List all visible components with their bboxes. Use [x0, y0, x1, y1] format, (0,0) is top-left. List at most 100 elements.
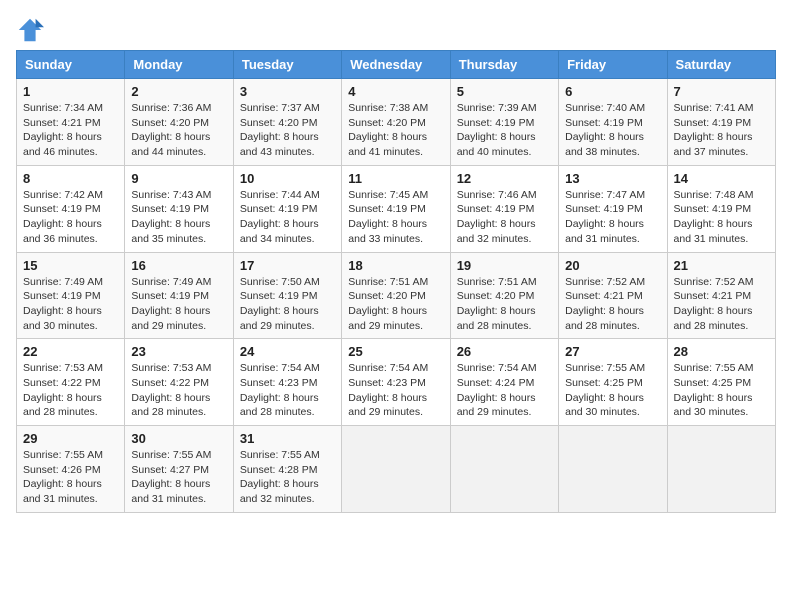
calendar-week-row: 8 Sunrise: 7:42 AM Sunset: 4:19 PM Dayli…	[17, 165, 776, 252]
day-number: 3	[240, 84, 335, 99]
calendar-day-cell: 22 Sunrise: 7:53 AM Sunset: 4:22 PM Dayl…	[17, 339, 125, 426]
day-header-monday: Monday	[125, 51, 233, 79]
day-info: Sunrise: 7:55 AM Sunset: 4:26 PM Dayligh…	[23, 448, 118, 507]
day-header-tuesday: Tuesday	[233, 51, 341, 79]
calendar-week-row: 1 Sunrise: 7:34 AM Sunset: 4:21 PM Dayli…	[17, 79, 776, 166]
day-info: Sunrise: 7:54 AM Sunset: 4:23 PM Dayligh…	[348, 361, 443, 420]
calendar-day-cell: 20 Sunrise: 7:52 AM Sunset: 4:21 PM Dayl…	[559, 252, 667, 339]
day-info: Sunrise: 7:54 AM Sunset: 4:24 PM Dayligh…	[457, 361, 552, 420]
day-info: Sunrise: 7:51 AM Sunset: 4:20 PM Dayligh…	[457, 275, 552, 334]
calendar-day-cell: 6 Sunrise: 7:40 AM Sunset: 4:19 PM Dayli…	[559, 79, 667, 166]
day-number: 5	[457, 84, 552, 99]
day-info: Sunrise: 7:55 AM Sunset: 4:28 PM Dayligh…	[240, 448, 335, 507]
day-number: 11	[348, 171, 443, 186]
day-info: Sunrise: 7:46 AM Sunset: 4:19 PM Dayligh…	[457, 188, 552, 247]
calendar-day-cell	[667, 426, 775, 513]
day-number: 16	[131, 258, 226, 273]
day-info: Sunrise: 7:47 AM Sunset: 4:19 PM Dayligh…	[565, 188, 660, 247]
day-number: 28	[674, 344, 769, 359]
calendar-table: SundayMondayTuesdayWednesdayThursdayFrid…	[16, 50, 776, 513]
day-header-friday: Friday	[559, 51, 667, 79]
day-number: 24	[240, 344, 335, 359]
day-number: 27	[565, 344, 660, 359]
day-info: Sunrise: 7:40 AM Sunset: 4:19 PM Dayligh…	[565, 101, 660, 160]
calendar-day-cell: 8 Sunrise: 7:42 AM Sunset: 4:19 PM Dayli…	[17, 165, 125, 252]
calendar-day-cell: 18 Sunrise: 7:51 AM Sunset: 4:20 PM Dayl…	[342, 252, 450, 339]
day-info: Sunrise: 7:52 AM Sunset: 4:21 PM Dayligh…	[565, 275, 660, 334]
calendar-day-cell: 12 Sunrise: 7:46 AM Sunset: 4:19 PM Dayl…	[450, 165, 558, 252]
day-info: Sunrise: 7:45 AM Sunset: 4:19 PM Dayligh…	[348, 188, 443, 247]
day-info: Sunrise: 7:43 AM Sunset: 4:19 PM Dayligh…	[131, 188, 226, 247]
calendar-day-cell	[450, 426, 558, 513]
day-header-sunday: Sunday	[17, 51, 125, 79]
calendar-day-cell: 27 Sunrise: 7:55 AM Sunset: 4:25 PM Dayl…	[559, 339, 667, 426]
calendar-day-cell: 31 Sunrise: 7:55 AM Sunset: 4:28 PM Dayl…	[233, 426, 341, 513]
day-number: 7	[674, 84, 769, 99]
calendar-day-cell: 16 Sunrise: 7:49 AM Sunset: 4:19 PM Dayl…	[125, 252, 233, 339]
day-number: 14	[674, 171, 769, 186]
day-info: Sunrise: 7:49 AM Sunset: 4:19 PM Dayligh…	[131, 275, 226, 334]
day-info: Sunrise: 7:50 AM Sunset: 4:19 PM Dayligh…	[240, 275, 335, 334]
calendar-day-cell	[559, 426, 667, 513]
calendar-day-cell: 2 Sunrise: 7:36 AM Sunset: 4:20 PM Dayli…	[125, 79, 233, 166]
day-number: 21	[674, 258, 769, 273]
day-info: Sunrise: 7:55 AM Sunset: 4:25 PM Dayligh…	[565, 361, 660, 420]
day-number: 19	[457, 258, 552, 273]
logo	[16, 16, 48, 44]
day-info: Sunrise: 7:34 AM Sunset: 4:21 PM Dayligh…	[23, 101, 118, 160]
calendar-day-cell: 30 Sunrise: 7:55 AM Sunset: 4:27 PM Dayl…	[125, 426, 233, 513]
logo-icon	[16, 16, 44, 44]
day-info: Sunrise: 7:39 AM Sunset: 4:19 PM Dayligh…	[457, 101, 552, 160]
day-info: Sunrise: 7:55 AM Sunset: 4:27 PM Dayligh…	[131, 448, 226, 507]
day-number: 8	[23, 171, 118, 186]
calendar-day-cell: 17 Sunrise: 7:50 AM Sunset: 4:19 PM Dayl…	[233, 252, 341, 339]
day-number: 13	[565, 171, 660, 186]
day-info: Sunrise: 7:36 AM Sunset: 4:20 PM Dayligh…	[131, 101, 226, 160]
calendar-day-cell: 11 Sunrise: 7:45 AM Sunset: 4:19 PM Dayl…	[342, 165, 450, 252]
calendar-day-cell: 10 Sunrise: 7:44 AM Sunset: 4:19 PM Dayl…	[233, 165, 341, 252]
day-number: 25	[348, 344, 443, 359]
day-number: 9	[131, 171, 226, 186]
calendar-day-cell: 4 Sunrise: 7:38 AM Sunset: 4:20 PM Dayli…	[342, 79, 450, 166]
calendar-day-cell: 14 Sunrise: 7:48 AM Sunset: 4:19 PM Dayl…	[667, 165, 775, 252]
day-number: 22	[23, 344, 118, 359]
day-info: Sunrise: 7:54 AM Sunset: 4:23 PM Dayligh…	[240, 361, 335, 420]
day-number: 4	[348, 84, 443, 99]
calendar-day-cell: 25 Sunrise: 7:54 AM Sunset: 4:23 PM Dayl…	[342, 339, 450, 426]
day-number: 30	[131, 431, 226, 446]
calendar-day-cell: 26 Sunrise: 7:54 AM Sunset: 4:24 PM Dayl…	[450, 339, 558, 426]
calendar-day-cell: 7 Sunrise: 7:41 AM Sunset: 4:19 PM Dayli…	[667, 79, 775, 166]
day-info: Sunrise: 7:51 AM Sunset: 4:20 PM Dayligh…	[348, 275, 443, 334]
day-info: Sunrise: 7:53 AM Sunset: 4:22 PM Dayligh…	[131, 361, 226, 420]
calendar-day-cell: 28 Sunrise: 7:55 AM Sunset: 4:25 PM Dayl…	[667, 339, 775, 426]
day-header-saturday: Saturday	[667, 51, 775, 79]
day-number: 2	[131, 84, 226, 99]
day-number: 10	[240, 171, 335, 186]
calendar-day-cell: 9 Sunrise: 7:43 AM Sunset: 4:19 PM Dayli…	[125, 165, 233, 252]
day-number: 23	[131, 344, 226, 359]
day-number: 15	[23, 258, 118, 273]
calendar-day-cell: 21 Sunrise: 7:52 AM Sunset: 4:21 PM Dayl…	[667, 252, 775, 339]
calendar-day-cell: 1 Sunrise: 7:34 AM Sunset: 4:21 PM Dayli…	[17, 79, 125, 166]
calendar-day-cell: 29 Sunrise: 7:55 AM Sunset: 4:26 PM Dayl…	[17, 426, 125, 513]
calendar-week-row: 22 Sunrise: 7:53 AM Sunset: 4:22 PM Dayl…	[17, 339, 776, 426]
day-number: 18	[348, 258, 443, 273]
day-info: Sunrise: 7:42 AM Sunset: 4:19 PM Dayligh…	[23, 188, 118, 247]
day-number: 31	[240, 431, 335, 446]
calendar-week-row: 15 Sunrise: 7:49 AM Sunset: 4:19 PM Dayl…	[17, 252, 776, 339]
calendar-header-row: SundayMondayTuesdayWednesdayThursdayFrid…	[17, 51, 776, 79]
day-number: 1	[23, 84, 118, 99]
day-info: Sunrise: 7:41 AM Sunset: 4:19 PM Dayligh…	[674, 101, 769, 160]
page-header	[16, 16, 776, 44]
calendar-day-cell: 13 Sunrise: 7:47 AM Sunset: 4:19 PM Dayl…	[559, 165, 667, 252]
calendar-day-cell: 5 Sunrise: 7:39 AM Sunset: 4:19 PM Dayli…	[450, 79, 558, 166]
day-info: Sunrise: 7:49 AM Sunset: 4:19 PM Dayligh…	[23, 275, 118, 334]
calendar-day-cell: 23 Sunrise: 7:53 AM Sunset: 4:22 PM Dayl…	[125, 339, 233, 426]
day-header-thursday: Thursday	[450, 51, 558, 79]
day-number: 26	[457, 344, 552, 359]
day-info: Sunrise: 7:53 AM Sunset: 4:22 PM Dayligh…	[23, 361, 118, 420]
calendar-day-cell	[342, 426, 450, 513]
day-number: 12	[457, 171, 552, 186]
day-number: 29	[23, 431, 118, 446]
day-number: 6	[565, 84, 660, 99]
